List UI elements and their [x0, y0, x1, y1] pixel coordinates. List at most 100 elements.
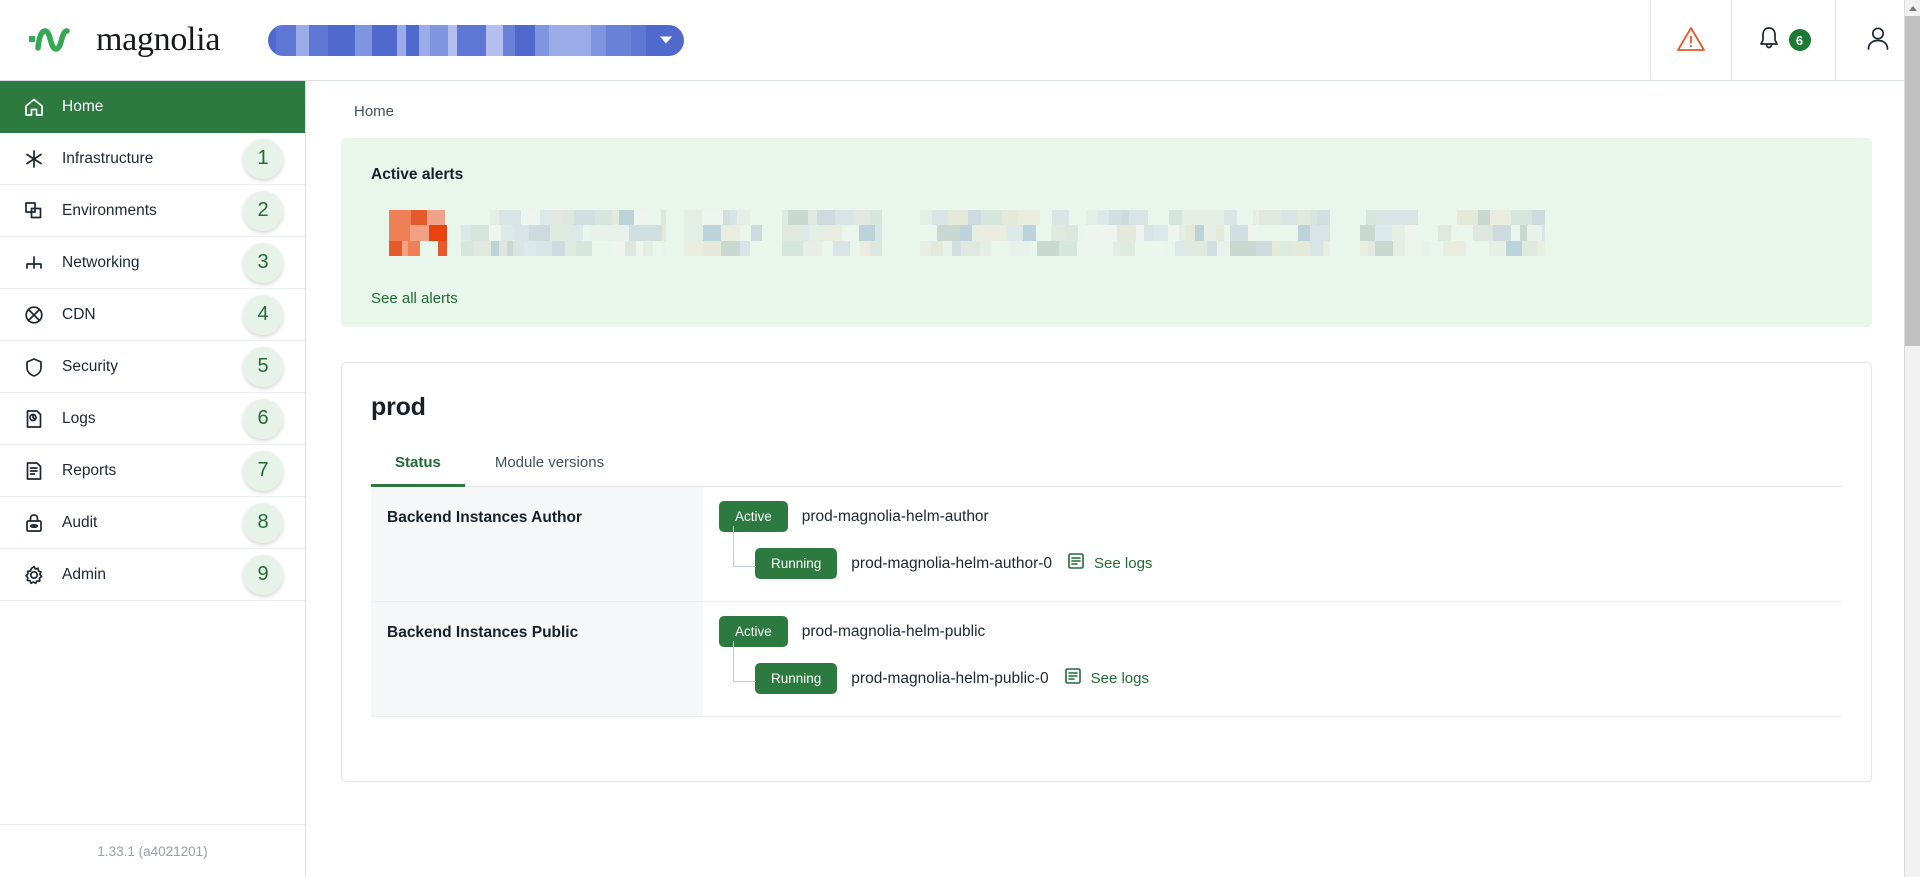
sidebar-item-reports[interactable]: Reports 7	[0, 445, 305, 497]
see-logs-link[interactable]: See logs	[1066, 551, 1152, 577]
sidebar-item-label: Networking	[62, 253, 140, 271]
see-all-alerts-link[interactable]: See all alerts	[341, 256, 1872, 307]
redacted-block	[389, 210, 447, 256]
warning-triangle-icon	[1676, 25, 1706, 56]
gear-icon	[18, 564, 50, 586]
redacted-block	[920, 210, 1330, 256]
status-row-list: Backend Instances Author Active prod-magno…	[342, 487, 1871, 717]
sidebar-item-badge: 1	[243, 138, 283, 179]
app-body: Home Infrastructure 1 Environments 2 Networki…	[0, 0, 1920, 877]
sidebar-item-badge: 3	[243, 242, 283, 283]
brand-name: magnolia	[96, 21, 221, 58]
globe-cross-icon	[18, 304, 50, 326]
shield-icon	[18, 356, 50, 378]
page-scrollbar[interactable]	[1904, 0, 1920, 877]
sidebar-item-label: Home	[62, 97, 104, 115]
environment-selector-redacted-value	[276, 24, 647, 56]
child-resource-name: prod-magnolia-helm-public-0	[851, 669, 1049, 687]
main-content: Home Active alerts See all alerts prod S…	[306, 81, 1920, 877]
status-row: Backend Instances Public Active prod-magno…	[371, 602, 1842, 717]
sidebar-item-infrastructure[interactable]: Infrastructure 1	[0, 133, 305, 185]
environment-selector[interactable]	[268, 24, 685, 56]
sidebar-item-home[interactable]: Home	[0, 81, 305, 133]
child-resource-name: prod-magnolia-helm-author-0	[851, 554, 1053, 572]
see-logs-label: See logs	[1094, 555, 1153, 572]
environment-status-card: prod Status Module versions Backend Insta…	[341, 362, 1872, 782]
notifications-count-badge: 6	[1788, 29, 1811, 51]
status-row-body: Active prod-magnolia-helm-author Running pr…	[703, 487, 1842, 601]
status-row-body: Active prod-magnolia-helm-public Running pr…	[703, 602, 1842, 716]
sidebar-nav: Home Infrastructure 1 Environments 2 Networki…	[0, 81, 305, 601]
warning-button[interactable]	[1650, 0, 1731, 81]
asterisk-icon	[18, 148, 50, 170]
sidebar-item-label: Security	[62, 357, 118, 375]
sidebar-item-badge: 5	[243, 346, 283, 387]
sidebar-item-label: Reports	[62, 461, 117, 479]
resource-name: prod-magnolia-helm-author	[801, 507, 989, 525]
status-row-title: Backend Instances Author	[371, 487, 703, 601]
sidebar-item-environments[interactable]: Environments 2	[0, 185, 305, 237]
sidebar-item-label: Admin	[62, 565, 106, 583]
status-row-title: Backend Instances Public	[371, 602, 703, 716]
see-logs-link[interactable]: See logs	[1063, 666, 1149, 692]
brand-logo[interactable]: magnolia	[0, 23, 220, 57]
lock-eye-icon	[18, 512, 50, 534]
logs-icon	[1063, 666, 1085, 692]
tab-status[interactable]: Status	[371, 444, 465, 487]
app-header: magnolia 6	[0, 0, 1920, 81]
sidebar-item-admin[interactable]: Admin 9	[0, 549, 305, 601]
sidebar-item-audit[interactable]: Audit 8	[0, 497, 305, 549]
sidebar-item-security[interactable]: Security 5	[0, 341, 305, 393]
active-alerts-redacted-content	[389, 210, 1872, 256]
log-file-icon	[18, 408, 50, 430]
user-avatar-icon	[1864, 24, 1892, 56]
home-icon	[18, 96, 50, 118]
network-icon	[18, 252, 50, 274]
environment-name: prod	[371, 393, 426, 421]
active-alerts-title: Active alerts	[371, 166, 464, 183]
bell-icon	[1757, 25, 1781, 55]
breadcrumb[interactable]: Home	[306, 81, 1920, 120]
sidebar-version: 1.33.1 (a4021201)	[97, 843, 208, 859]
redacted-block	[684, 210, 762, 256]
tab-module-versions[interactable]: Module versions	[471, 444, 628, 486]
sidebar-item-logs[interactable]: Logs 6	[0, 393, 305, 445]
redacted-block	[1360, 210, 1545, 256]
status-row: Backend Instances Author Active prod-magno…	[371, 487, 1842, 602]
sidebar: Home Infrastructure 1 Environments 2 Networki…	[0, 81, 306, 877]
active-alerts-card: Active alerts See all alerts	[341, 138, 1872, 327]
child-status-line: Running prod-magnolia-helm-public-0 See lo…	[733, 641, 1842, 694]
child-status-badge: Running	[755, 663, 838, 694]
sidebar-item-badge: 9	[243, 554, 283, 595]
sidebar-item-badge: 2	[243, 190, 283, 231]
child-status-line: Running prod-magnolia-helm-author-0 See lo…	[733, 526, 1842, 579]
sidebar-item-label: Audit	[62, 513, 98, 531]
sidebar-item-badge: 7	[243, 450, 283, 491]
magnolia-wave-logo-icon	[28, 23, 90, 57]
layers-icon	[18, 200, 50, 222]
header-actions: 6	[1650, 0, 1920, 81]
sidebar-item-badge: 8	[243, 502, 283, 543]
sidebar-item-label: Infrastructure	[62, 149, 154, 167]
redacted-block	[782, 210, 882, 256]
parent-status-line: Active prod-magnolia-helm-author	[719, 501, 1842, 532]
resource-name: prod-magnolia-helm-public	[801, 622, 986, 640]
scrollbar-thumb[interactable]	[1905, 16, 1920, 346]
sidebar-item-label: CDN	[62, 305, 96, 323]
sidebar-item-label: Logs	[62, 409, 96, 427]
notifications-button[interactable]: 6	[1731, 0, 1835, 81]
sidebar-spacer	[0, 601, 305, 825]
sidebar-item-label: Environments	[62, 201, 157, 219]
redacted-block	[461, 210, 666, 256]
logs-icon	[1066, 551, 1088, 577]
sidebar-item-networking[interactable]: Networking 3	[0, 237, 305, 289]
sidebar-item-badge: 4	[243, 294, 283, 335]
environment-tabs: Status Module versions	[371, 444, 1842, 487]
scroll-up-arrow-icon[interactable]	[1905, 0, 1920, 16]
chevron-down-icon	[660, 36, 673, 44]
report-file-icon	[18, 460, 50, 482]
child-status-badge: Running	[755, 548, 838, 579]
see-logs-label: See logs	[1090, 670, 1149, 687]
sidebar-item-badge: 6	[243, 398, 283, 439]
sidebar-item-cdn[interactable]: CDN 4	[0, 289, 305, 341]
